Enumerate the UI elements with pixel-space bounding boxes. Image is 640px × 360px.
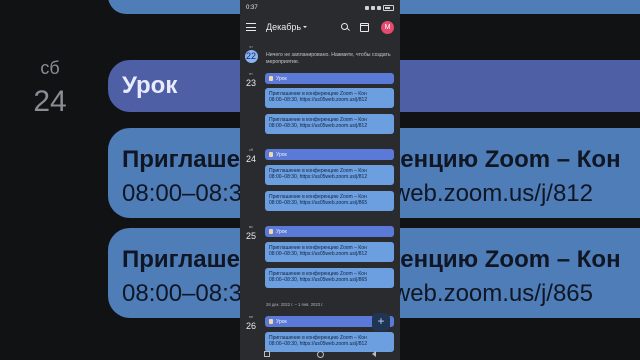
- day-header: сб 24: [240, 147, 262, 164]
- event-lesson[interactable]: Урок: [265, 149, 394, 160]
- empty-day-message[interactable]: Ничего не запланировано. Нажмите, чтобы …: [266, 52, 396, 66]
- day-header: вс 25: [240, 224, 262, 241]
- event-title: Урок: [276, 229, 287, 235]
- day-dow: чт: [249, 44, 253, 49]
- system-nav-bar: [240, 348, 400, 360]
- event-zoom[interactable]: Приглашение в конференцию Zoom – Кон 08:…: [265, 88, 394, 108]
- home-icon[interactable]: [317, 350, 325, 358]
- status-bar: 0:37: [240, 0, 400, 16]
- week-range-label: 26 дек. 2022 г. – 1 янв. 2023 г.: [266, 302, 324, 307]
- day-header: пн 26: [240, 314, 262, 331]
- phone-screen: 0:37 Декабрь M чт 22 Ничего не запланиро…: [240, 0, 400, 360]
- recents-icon[interactable]: [263, 351, 270, 357]
- day-number: 22: [244, 50, 258, 63]
- day-number: 24: [245, 154, 256, 164]
- event-zoom[interactable]: Приглашение в конференцию Zoom – Кон 08:…: [265, 191, 394, 211]
- event-time: 08:00–08:30, https://us05web.zoom.us/j/8…: [269, 174, 368, 180]
- app-bar: Декабрь M: [240, 16, 400, 38]
- day-header-today[interactable]: чт 22: [240, 44, 262, 63]
- status-time: 0:37: [246, 5, 258, 11]
- alarm-icon: [371, 6, 375, 10]
- event-zoom[interactable]: Приглашение в конференцию Zoom – Кон 08:…: [265, 114, 394, 134]
- month-selector[interactable]: Декабрь: [266, 22, 308, 32]
- event-time: 08:00–08:30, https://us05web.zoom.us/j/8…: [269, 341, 368, 347]
- event-time: 08:00–08:30, https://us05web.zoom.us/j/8…: [269, 97, 368, 103]
- search-icon[interactable]: [341, 22, 350, 32]
- event-time: 08:00–08:30, https://us05web.zoom.us/j/8…: [269, 200, 368, 206]
- hand-icon: [269, 152, 273, 157]
- hand-icon: [269, 319, 273, 324]
- event-title: Урок: [276, 319, 287, 325]
- event-zoom[interactable]: Приглашение в конференцию Zoom – Кон 08:…: [265, 242, 394, 262]
- battery-icon: [383, 5, 394, 11]
- hand-icon: [269, 76, 273, 81]
- day-dow: сб: [248, 147, 254, 152]
- day-dow: пн: [248, 314, 254, 319]
- wifi-icon: [377, 6, 381, 10]
- event-title: Урок: [276, 152, 287, 158]
- day-dow: вс: [248, 224, 254, 229]
- hand-icon: [269, 229, 273, 234]
- event-time: 08:00–08:30, https://us05web.zoom.us/j/8…: [269, 123, 368, 129]
- month-label: Декабрь: [266, 22, 302, 32]
- calendar-today-icon[interactable]: [360, 22, 369, 32]
- event-lesson[interactable]: Урок: [265, 73, 394, 84]
- chevron-down-icon: [303, 26, 308, 28]
- event-title: Урок: [276, 76, 287, 82]
- notification-icon: [365, 6, 369, 10]
- status-icons: [365, 5, 394, 11]
- back-icon[interactable]: [372, 351, 377, 357]
- day-number: 26: [245, 321, 256, 331]
- day-dow: пт: [249, 71, 253, 76]
- background-day-num: 24: [33, 85, 67, 118]
- day-header: пт 23: [240, 71, 262, 88]
- background-day-dow: сб: [40, 58, 60, 78]
- background-day: сб 24: [30, 58, 70, 119]
- menu-icon[interactable]: [246, 23, 256, 31]
- event-time: 08:00–08:30, https://us05web.zoom.us/j/8…: [269, 277, 368, 283]
- create-event-button[interactable]: +: [372, 313, 390, 331]
- event-time: 08:00–08:30, https://us05web.zoom.us/j/8…: [269, 251, 368, 257]
- day-number: 23: [245, 78, 256, 88]
- event-lesson[interactable]: Урок: [265, 226, 394, 237]
- event-zoom[interactable]: Приглашение в конференцию Zoom – Кон 08:…: [265, 268, 394, 288]
- day-number: 25: [245, 231, 256, 241]
- event-zoom[interactable]: Приглашение в конференцию Zoom – Кон 08:…: [265, 165, 394, 185]
- avatar[interactable]: M: [381, 20, 394, 34]
